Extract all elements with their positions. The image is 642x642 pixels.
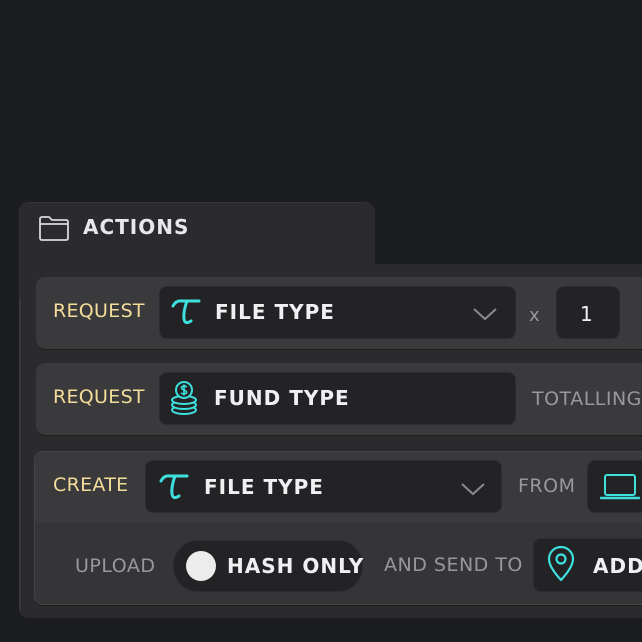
location-pin-icon	[547, 545, 575, 582]
folder-icon	[39, 216, 69, 241]
verb-label: REQUEST	[53, 386, 145, 408]
toggle-knob[interactable]	[186, 551, 216, 581]
totalling-label: TOTALLING	[532, 388, 642, 410]
multiplier-label: x	[529, 305, 541, 326]
tau-icon	[159, 474, 189, 500]
verb-label: REQUEST	[53, 300, 145, 322]
toggle-label: HASH ONLY	[227, 554, 365, 578]
fund-type-label: FUND TYPE	[214, 386, 350, 410]
from-label: FROM	[518, 475, 576, 497]
canvas: ACTIONS REQUEST FILE TYPE x 1 REQUEST FU…	[0, 0, 642, 642]
chevron-down-icon[interactable]	[460, 481, 486, 497]
panel-title: ACTIONS	[83, 215, 190, 239]
dropdown-value: FILE TYPE	[215, 300, 335, 324]
quantity-value: 1	[580, 302, 594, 326]
coins-icon	[171, 381, 197, 415]
upload-label: UPLOAD	[75, 555, 156, 577]
verb-label: CREATE	[53, 474, 129, 496]
chevron-down-icon[interactable]	[472, 306, 498, 322]
laptop-icon	[600, 474, 640, 500]
panel-edge	[19, 300, 21, 610]
destination-label: ADDR	[593, 554, 642, 578]
file-type-dropdown[interactable]	[159, 286, 516, 339]
dropdown-value: FILE TYPE	[204, 475, 324, 499]
send-to-label: AND SEND TO	[384, 554, 523, 576]
actions-panel-tab	[19, 202, 375, 273]
tau-icon	[171, 299, 201, 325]
